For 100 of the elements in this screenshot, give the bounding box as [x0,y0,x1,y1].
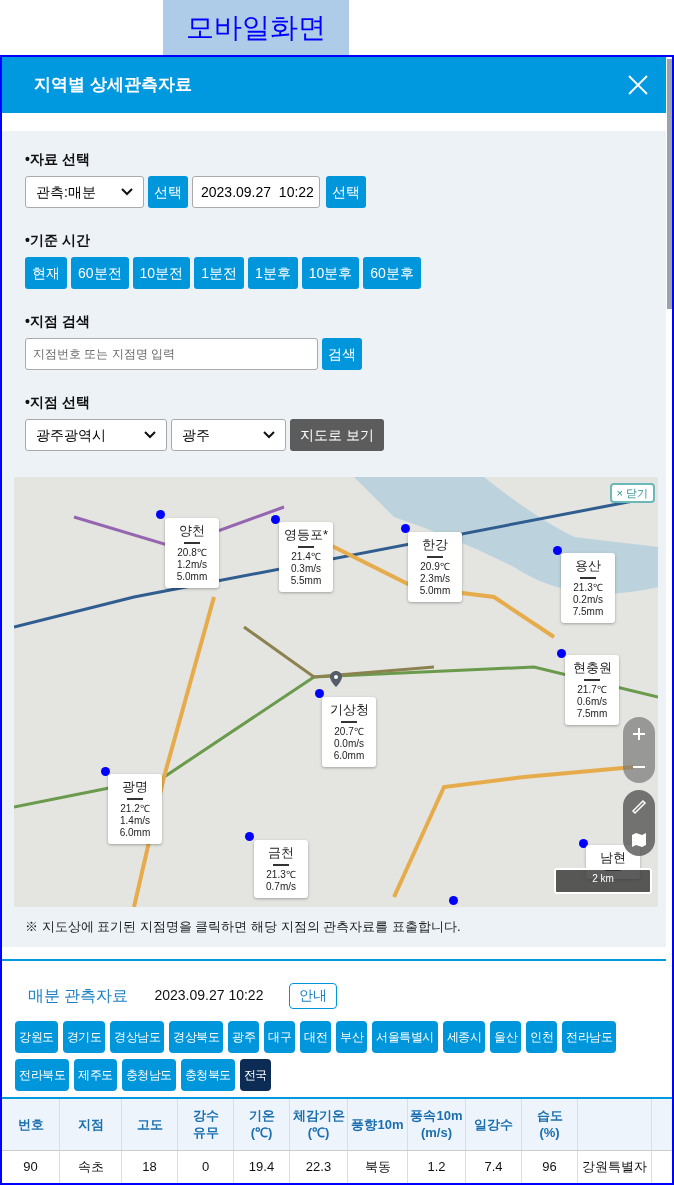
plus-icon[interactable] [632,726,646,741]
region-tab[interactable]: 전라남도 [562,1020,616,1053]
results-datetime: 2023.09.27 10:22 [154,986,264,1005]
station-reading: 7.5mm [572,606,604,618]
region-tab[interactable]: 울산 [490,1020,521,1053]
station-reading: 6.0mm [119,827,151,839]
region-tab[interactable]: 제주도 [74,1058,117,1091]
map-note: ※ 지도상에 표기된 지점명을 클릭하면 해당 지점의 관측자료를 표출합니다. [25,918,462,936]
station-reading: 0.0m/s [334,738,364,750]
map-icon[interactable] [631,831,647,848]
button[interactable]: 1분전 [194,257,244,289]
region-tab[interactable]: 광주 [228,1020,259,1053]
station-reading: 0.2m/s [573,594,603,606]
map-pin-icon [330,671,342,687]
region-tab[interactable]: 부산 [336,1020,367,1053]
station-card[interactable]: 영등포* 21.4℃ 0.3m/s 5.5mm [279,522,333,592]
close-map-button[interactable]: × 닫기 [609,483,655,503]
chevron-icon [144,431,156,439]
results-title: 매분 관측자료 [28,985,129,1006]
column-header: 풍향10m [348,1098,408,1150]
table-cell: 90 [2,1150,60,1183]
table-cell: 1.2 [408,1150,466,1183]
button[interactable]: 검색 [322,338,362,370]
search-field[interactable]: 지점번호 또는 지점명 입력 [25,338,318,370]
button[interactable]: 선택 [326,176,366,208]
station-reading: 0.7m/s [266,881,296,893]
column-header: 체감기온 (℃) [290,1098,348,1150]
region-tab[interactable]: 대전 [300,1020,331,1053]
station-card[interactable]: 한강 20.9℃ 2.3m/s 5.0mm [408,532,462,602]
station-reading: 1.4m/s [120,815,150,827]
table-cell: 19.4 [234,1150,290,1183]
chevron-icon [121,188,133,196]
table-cell: 96 [522,1150,578,1183]
station-reading: 1.2m/s [177,559,207,571]
region-tab[interactable]: 경상북도 [169,1020,223,1053]
station-reading: 0.6m/s [577,696,607,708]
section-label: •자료 선택 [25,150,91,169]
station-reading: 21.4℃ [291,551,321,563]
station-card[interactable]: 금천 21.3℃ 0.7m/s [254,840,308,898]
station-reading: 20.8℃ [177,547,207,559]
station-reading: 20.9℃ [420,561,450,573]
region-tab[interactable]: 충청남도 [121,1058,176,1091]
section-label: •지점 검색 [25,312,91,331]
station-name: 양천 [179,523,205,539]
region-tab[interactable]: 경기도 [62,1020,105,1053]
station-card[interactable]: 광명 21.2℃ 1.4m/s 6.0mm [108,774,162,844]
station-name: 기상청 [329,702,369,718]
region-tab[interactable]: 강원도 [15,1020,58,1053]
station-reading: 7.5mm [576,708,608,720]
scrollbar[interactable] [667,59,672,309]
region-tab[interactable]: 전라북도 [15,1058,69,1091]
button[interactable]: 60분전 [71,257,129,289]
station-name: 현충원 [572,660,612,676]
station-reading: 21.3℃ [266,869,296,881]
button[interactable]: 10분후 [301,257,360,289]
datetime-field[interactable]: 2023.09.27 10:22 [192,176,320,208]
close-icon[interactable] [626,73,650,97]
station-card[interactable]: 양천 20.8℃ 1.2m/s 5.0mm [165,518,219,588]
button[interactable]: 선택 [148,176,188,208]
station-reading: 21.3℃ [573,582,603,594]
table-cell: 7.4 [466,1150,522,1183]
station-reading: 5.5mm [290,575,322,587]
region-tab[interactable]: 서울특별시 [372,1020,438,1053]
station-reading: 0.3m/s [291,563,321,575]
region-tab[interactable]: 전국 [239,1058,271,1091]
station-name: 광명 [122,779,148,795]
station-reading: 21.7℃ [577,684,607,696]
station-reading: 2.3m/s [420,573,450,585]
region-tab[interactable]: 인천 [526,1020,557,1053]
column-header: 일강수 [466,1098,522,1150]
button[interactable]: 현재 [25,257,67,289]
column-header: 강수 유무 [178,1098,234,1150]
button[interactable]: 60분후 [363,257,421,289]
station-card[interactable]: 기상청 20.7℃ 0.0m/s 6.0mm [322,697,376,767]
dropdown[interactable]: 광주광역시 [25,419,167,451]
region-tab[interactable]: 충청북도 [180,1058,235,1091]
station-reading: 20.7℃ [334,726,364,738]
column-header: 습도 (%) [522,1098,578,1150]
region-tab[interactable]: 세종시 [442,1020,485,1053]
station-card[interactable]: 용산 21.3℃ 0.2m/s 7.5mm [561,553,615,623]
region-tab[interactable]: 경상남도 [110,1020,164,1053]
column-header: 번호 [2,1098,60,1150]
dropdown[interactable]: 광주 [171,419,286,451]
station-reading: 5.0mm [176,571,208,583]
station-reading: 21.2℃ [120,803,150,815]
dropdown[interactable]: 관측:매분 [25,176,144,208]
button[interactable]: 1분후 [247,257,298,289]
column-header: 풍속10m (m/s) [408,1098,466,1150]
map-view-button[interactable]: 지도로 보기 [290,419,384,451]
station-card[interactable]: 현충원 21.7℃ 0.6m/s 7.5mm [565,655,619,725]
station-name: 남현 [600,850,626,866]
button[interactable]: 10분전 [132,257,191,289]
dialog-title: 지역별 상세관측자료 [34,74,192,97]
region-tab[interactable]: 대구 [264,1020,295,1053]
ruler-icon[interactable] [631,798,647,815]
station-name: 영등포* [283,527,329,543]
table-cell: 강원특별자 [578,1150,652,1183]
page-label: 모바일화면 [163,0,349,55]
info-button[interactable]: 안내 [289,982,338,1009]
table-cell: 18 [122,1150,178,1183]
